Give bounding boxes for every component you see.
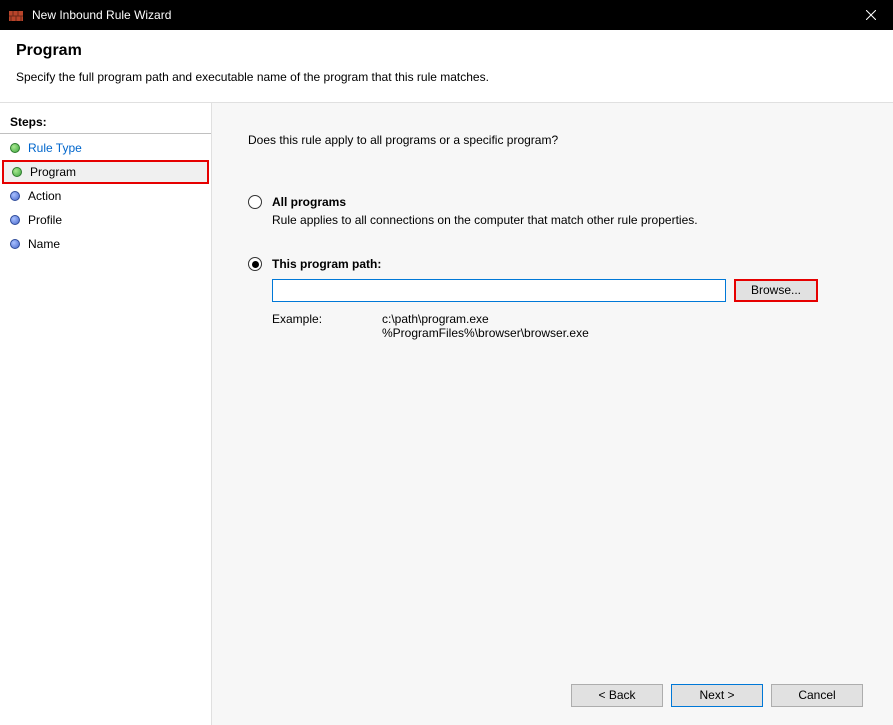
step-program[interactable]: Program (2, 160, 209, 184)
step-label: Action (28, 189, 61, 203)
close-icon (866, 10, 876, 20)
step-label: Rule Type (28, 141, 82, 155)
step-profile[interactable]: Profile (0, 208, 211, 232)
window-title: New Inbound Rule Wizard (32, 8, 171, 22)
step-bullet-icon (12, 167, 22, 177)
radio-label-all: All programs (272, 195, 346, 209)
main-panel: Does this rule apply to all programs or … (212, 103, 893, 725)
titlebar: New Inbound Rule Wizard (0, 0, 893, 30)
step-bullet-icon (10, 215, 20, 225)
page-subtitle: Specify the full program path and execut… (16, 70, 877, 84)
cancel-button[interactable]: Cancel (771, 684, 863, 707)
back-button[interactable]: < Back (571, 684, 663, 707)
steps-sidebar: Steps: Rule Type Program Action Profile … (0, 103, 212, 725)
program-path-input[interactable] (272, 279, 726, 302)
close-button[interactable] (848, 0, 893, 30)
page-title: Program (16, 42, 877, 60)
example-text: c:\path\program.exe %ProgramFiles%\brows… (382, 312, 589, 340)
radio-program-path[interactable] (248, 257, 262, 271)
radio-label-path: This program path: (272, 257, 381, 271)
question-text: Does this rule apply to all programs or … (248, 133, 863, 147)
step-label: Program (30, 165, 76, 179)
step-action[interactable]: Action (0, 184, 211, 208)
radio-group: All programs Rule applies to all connect… (248, 195, 863, 370)
radio-all-programs[interactable] (248, 195, 262, 209)
example-label: Example: (272, 312, 382, 340)
step-rule-type[interactable]: Rule Type (0, 136, 211, 160)
option-program-path: This program path: Browse... Example: c:… (248, 257, 863, 340)
step-bullet-icon (10, 191, 20, 201)
step-label: Profile (28, 213, 62, 227)
option-all-programs: All programs Rule applies to all connect… (248, 195, 863, 227)
step-bullet-icon (10, 143, 20, 153)
header-section: Program Specify the full program path an… (0, 30, 893, 103)
wizard-footer: < Back Next > Cancel (248, 684, 863, 711)
next-button[interactable]: Next > (671, 684, 763, 707)
firewall-icon (8, 7, 24, 23)
radio-desc-all: Rule applies to all connections on the c… (272, 213, 863, 227)
browse-button[interactable]: Browse... (734, 279, 818, 302)
step-name[interactable]: Name (0, 232, 211, 256)
body-area: Steps: Rule Type Program Action Profile … (0, 103, 893, 725)
step-label: Name (28, 237, 60, 251)
step-bullet-icon (10, 239, 20, 249)
steps-heading: Steps: (0, 111, 211, 134)
